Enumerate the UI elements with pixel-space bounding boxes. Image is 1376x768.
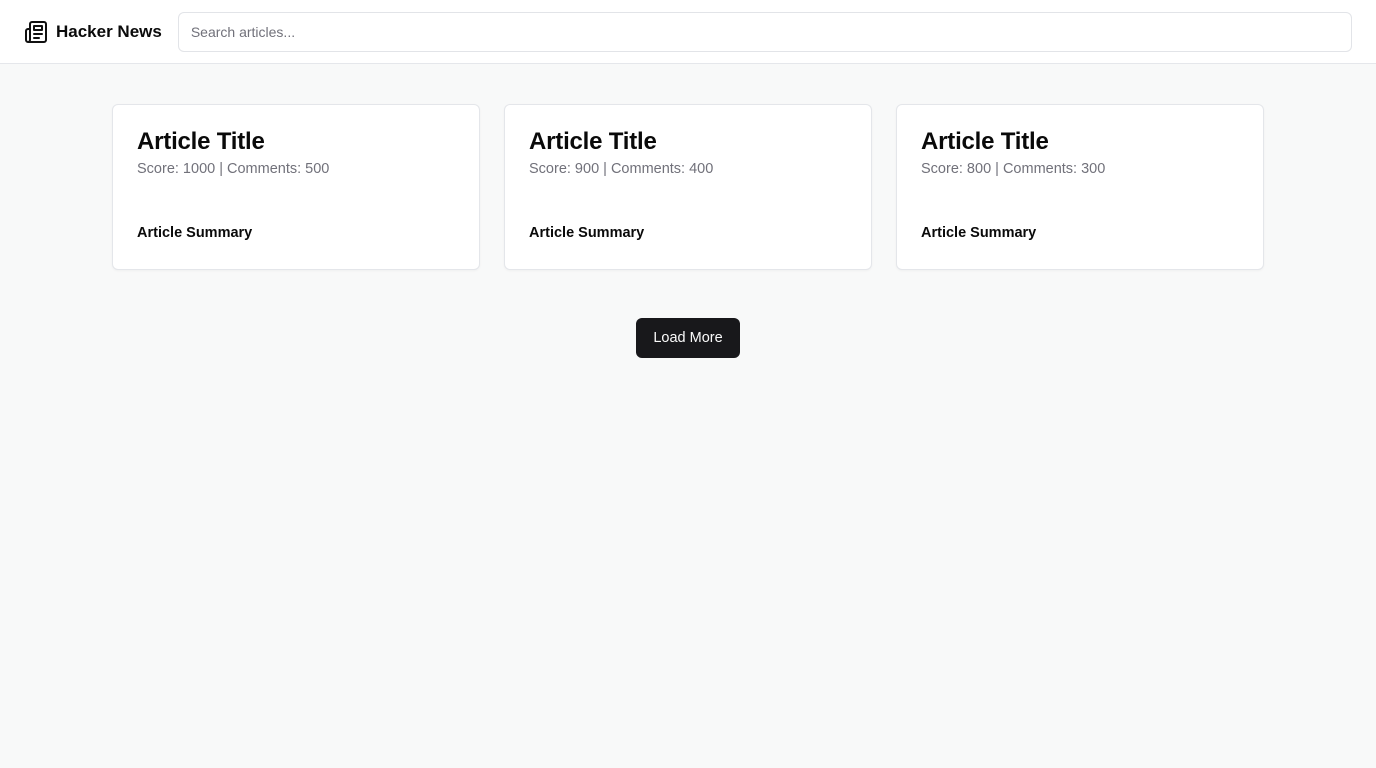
app-title: Hacker News [56,21,162,41]
newspaper-icon [24,20,48,44]
article-card[interactable]: Article Title Score: 900 | Comments: 400… [504,104,872,270]
article-title[interactable]: Article Title [137,127,455,157]
article-summary: Article Summary [137,225,253,241]
load-more-button[interactable]: Load More [636,318,740,358]
article-title[interactable]: Article Title [529,127,847,157]
article-card[interactable]: Article Title Score: 1000 | Comments: 50… [112,104,480,270]
load-more-container: Load More [112,318,1264,358]
article-title[interactable]: Article Title [921,127,1239,157]
article-meta: Score: 800 | Comments: 300 [921,161,1106,177]
main-content: Article Title Score: 1000 | Comments: 50… [0,64,1376,358]
brand[interactable]: Hacker News [24,20,162,44]
top-bar: Hacker News [0,0,1376,64]
article-meta: Score: 900 | Comments: 400 [529,161,714,177]
article-list: Article Title Score: 1000 | Comments: 50… [112,104,1264,270]
article-summary: Article Summary [921,225,1037,241]
article-card[interactable]: Article Title Score: 800 | Comments: 300… [896,104,1264,270]
article-meta: Score: 1000 | Comments: 500 [137,161,330,177]
article-summary: Article Summary [529,225,645,241]
search-input[interactable] [177,11,1352,52]
